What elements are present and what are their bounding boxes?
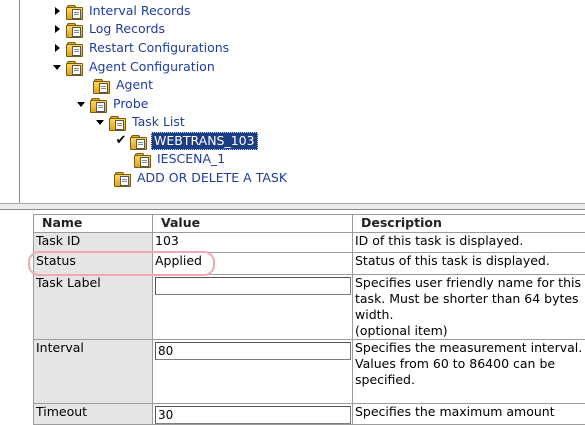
header-name: Name [34, 215, 153, 233]
row-name: Interval [34, 340, 153, 404]
header-value: Value [153, 215, 353, 233]
folder-icon [66, 41, 83, 56]
row-description-note: Values from 60 to 86400 can be specified… [355, 356, 583, 388]
task-tree-panel: Interval Records Log Records Restart Con… [0, 0, 585, 203]
folder-icon [93, 78, 110, 93]
table-row-interval: Interval 80 Specifies the measurement in… [34, 340, 585, 404]
folder-icon [66, 4, 83, 19]
folder-icon [66, 60, 83, 75]
folder-icon [114, 171, 131, 186]
expand-icon[interactable] [52, 20, 62, 38]
folder-icon [66, 22, 83, 37]
row-description-note: (optional item) [355, 323, 583, 339]
row-value-cell: 80 [153, 340, 353, 404]
table-row-task-id: Task ID 103 ID of this task is displayed… [34, 233, 585, 253]
tree-node-restart-configurations[interactable]: Restart Configurations [52, 39, 231, 57]
row-description: Specifies the maximum amount [353, 404, 585, 425]
tree-node-label[interactable]: Probe [111, 96, 150, 112]
timeout-input[interactable]: 30 [155, 406, 351, 424]
folder-icon [134, 152, 151, 167]
tree-node-log-records[interactable]: Log Records [52, 20, 167, 38]
row-value-cell: 30 [153, 404, 353, 425]
table-row-status: Status Applied Status of this task is di… [34, 253, 585, 275]
collapse-icon[interactable] [52, 58, 62, 76]
tree-node-iescena[interactable]: IESCENA_1 [134, 150, 227, 168]
row-description: Specifies the measurement interval. [355, 340, 583, 356]
tree-node-add-delete-task[interactable]: ADD OR DELETE A TASK [114, 169, 289, 187]
task-properties-table: Name Value Description Task ID 103 ID of… [33, 214, 585, 425]
collapse-icon[interactable] [76, 95, 86, 113]
row-name: Status [34, 253, 153, 275]
row-name: Timeout [34, 404, 153, 425]
row-value-cell [153, 275, 353, 340]
tree-node-agent[interactable]: Agent [93, 76, 155, 94]
frame-splitter[interactable] [0, 203, 585, 210]
header-description: Description [353, 215, 585, 233]
expand-icon[interactable] [52, 39, 62, 57]
task-label-input[interactable] [155, 277, 351, 295]
folder-icon [109, 115, 126, 130]
tree-node-label[interactable]: Agent [114, 77, 155, 93]
row-value: 103 [153, 233, 353, 253]
row-description-cell: Specifies the measurement interval. Valu… [353, 340, 585, 404]
tree-node-agent-configuration[interactable]: Agent Configuration [52, 58, 217, 76]
row-name: Task ID [34, 233, 153, 253]
row-description: ID of this task is displayed. [353, 233, 585, 253]
row-description-cell: Specifies user friendly name for this ta… [353, 275, 585, 340]
tree-node-label[interactable]: Restart Configurations [87, 40, 231, 56]
table-row-task-label: Task Label Specifies user friendly name … [34, 275, 585, 340]
collapse-icon[interactable] [95, 113, 105, 131]
row-name: Task Label [34, 275, 153, 340]
tree-node-label[interactable]: Agent Configuration [87, 59, 217, 75]
tree-node-label[interactable]: ADD OR DELETE A TASK [135, 170, 289, 186]
tree-border-line [19, 0, 20, 203]
tree-node-webtrans[interactable]: ✔ WEBTRANS_103 [116, 132, 258, 150]
checkmark-icon: ✔ [116, 132, 126, 150]
expand-icon[interactable] [52, 2, 62, 20]
folder-icon [130, 134, 147, 149]
table-header-row: Name Value Description [34, 215, 585, 233]
tree-node-task-list[interactable]: Task List [95, 113, 187, 131]
tree-node-label[interactable]: IESCENA_1 [155, 151, 227, 167]
row-value: Applied [153, 253, 353, 275]
tree-node-label[interactable]: Log Records [87, 21, 167, 37]
tree-node-label[interactable]: Task List [130, 114, 187, 130]
row-description: Status of this task is displayed. [353, 253, 585, 275]
tree-node-label[interactable]: Interval Records [87, 3, 193, 19]
tree-node-interval-records[interactable]: Interval Records [52, 2, 193, 20]
tree-node-label-selected[interactable]: WEBTRANS_103 [151, 132, 258, 150]
table-row-timeout: Timeout 30 Specifies the maximum amount [34, 404, 585, 425]
folder-icon [90, 97, 107, 112]
interval-input[interactable]: 80 [155, 342, 351, 360]
row-description: Specifies user friendly name for this ta… [355, 275, 583, 323]
tree-node-probe[interactable]: Probe [76, 95, 150, 113]
